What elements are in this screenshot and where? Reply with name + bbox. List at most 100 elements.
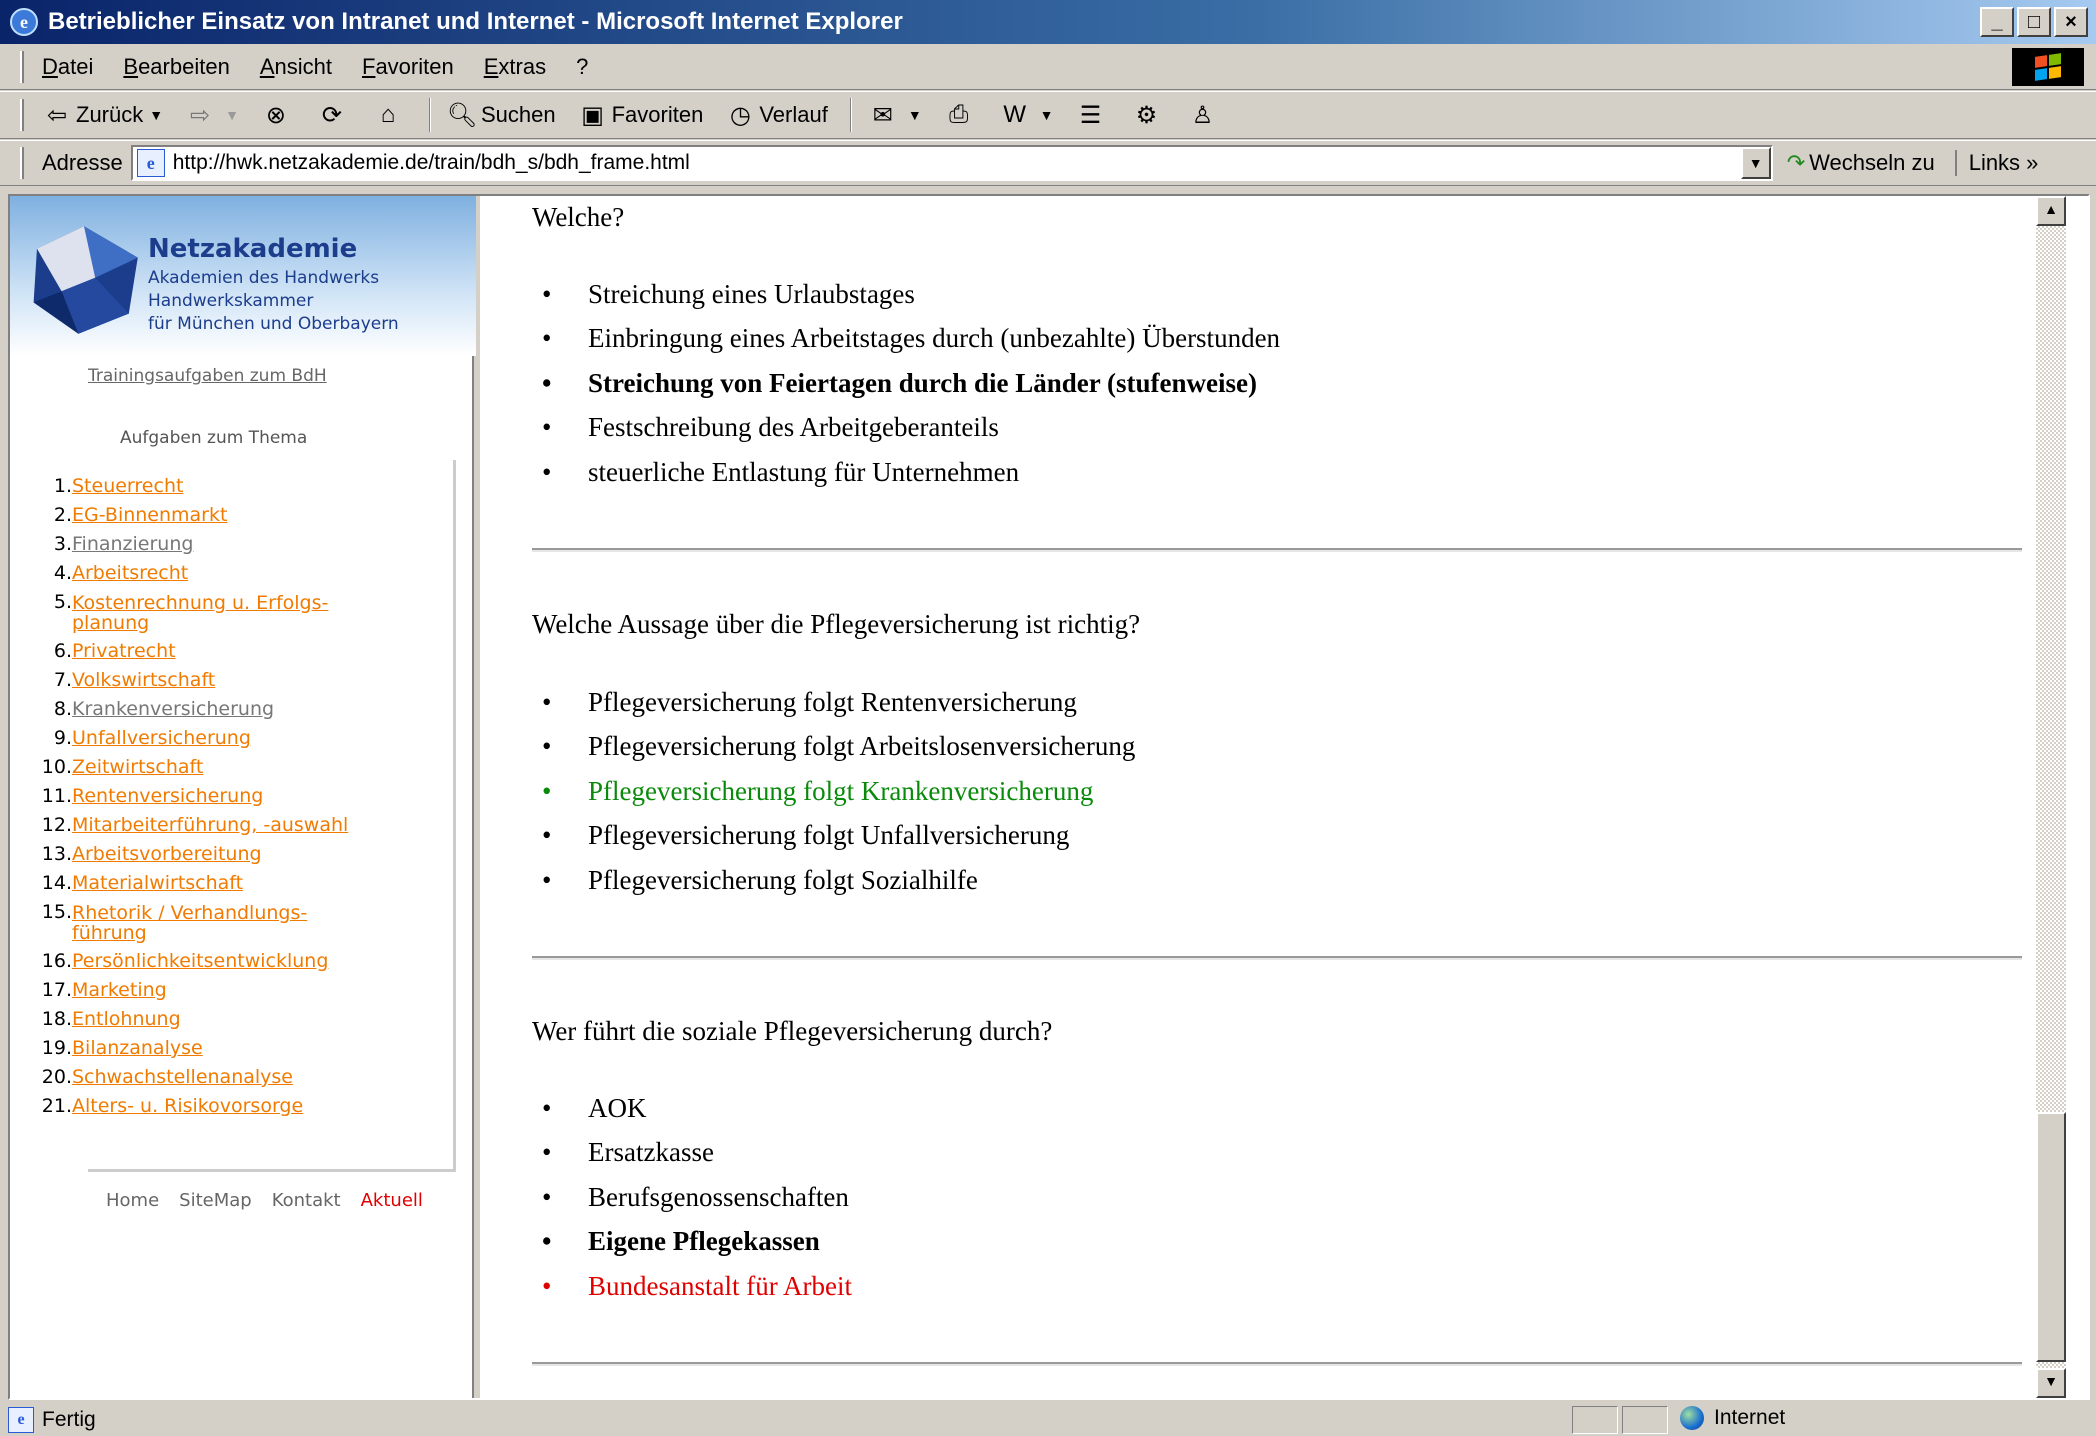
chevron-down-icon[interactable]: ▼ [149,107,163,123]
go-label: Wechseln zu [1809,150,1935,175]
answer-option[interactable]: Streichung eines Urlaubstages [542,272,1280,317]
topic-link[interactable]: Bilanzanalyse [72,1037,203,1059]
topic-link[interactable]: Privatrecht [72,640,176,662]
history-button[interactable]: ◷ Verlauf [725,100,828,130]
answer-option[interactable]: Pflegeversicherung folgt Sozialhilfe [542,858,1135,903]
edit-button[interactable]: W ▼ [1000,100,1054,130]
toolbar-grip[interactable] [20,50,24,83]
answer-option[interactable]: Pflegeversicherung folgt Rentenversicher… [542,680,1135,725]
aktuell-link[interactable]: Aktuell [361,1190,423,1211]
scroll-up-button[interactable]: ▲ [2036,196,2066,226]
menu-favoriten[interactable]: Favoriten [362,54,454,80]
topic-link-wrapper: Krankenversicherung [72,695,274,724]
scroll-thumb[interactable] [2036,1112,2066,1362]
favorites-button[interactable]: ▣ Favoriten [578,100,703,130]
topic-link-continued[interactable]: planung [72,612,149,634]
address-url[interactable]: http://hwk.netzakademie.de/train/bdh_s/b… [173,151,690,175]
search-button[interactable]: 🔍︎ Suchen [447,100,556,130]
topic-number: 20. [41,1066,72,1088]
answer-option[interactable]: Pflegeversicherung folgt Krankenversiche… [542,769,1135,814]
minimize-button[interactable]: _ [1980,7,2014,37]
answer-option[interactable]: Streichung von Feiertagen durch die Länd… [542,361,1280,406]
topic-link-wrapper: Steuerrecht [72,472,183,501]
messenger-button[interactable]: ⚙ [1132,100,1166,130]
home-button[interactable]: ⌂ [373,100,407,130]
answer-option[interactable]: Pflegeversicherung folgt Unfallversicher… [542,814,1135,859]
home-link[interactable]: Home [106,1190,159,1211]
topic-item: 13. Arbeitsvorbereitung [34,840,452,869]
answer-option[interactable]: Einbringung eines Arbeitstages durch (un… [542,317,1280,362]
answer-option[interactable]: Berufsgenossenschaften [542,1175,852,1220]
address-input[interactable]: e http://hwk.netzakademie.de/train/bdh_s… [130,145,1773,181]
topic-link[interactable]: Rhetorik / Verhandlungs- [72,902,307,924]
netzakademie-logo[interactable]: Netzakademie Akademien des Handwerks Han… [10,196,476,356]
answer-list-3: AOKErsatzkasseBerufsgenossenschaftenEige… [542,1086,852,1309]
ie-logo-icon[interactable]: e [10,8,38,36]
topic-link[interactable]: Steuerrecht [72,475,183,497]
refresh-button[interactable]: ⟳ [317,100,351,130]
toolbar-grip[interactable] [20,147,24,179]
mail-button[interactable]: ✉ ▼ [868,100,922,130]
vertical-scrollbar[interactable]: ▲ ▼ [2036,196,2066,1398]
answer-option[interactable]: Festschreibung des Arbeitgeberanteils [542,406,1280,451]
back-button[interactable]: ⇦ Zurück ▼ [42,100,163,130]
topic-link[interactable]: Arbeitsrecht [72,562,188,584]
menu-help[interactable]: ? [576,54,588,80]
menu-bearbeiten[interactable]: Bearbeiten [123,54,229,80]
topic-item: 21. Alters- u. Risikovorsorge [34,1092,452,1121]
topic-link[interactable]: Schwachstellenanalyse [72,1066,293,1088]
discuss-button[interactable]: ☰ [1076,100,1110,130]
answer-option[interactable]: Bundesanstalt für Arbeit [542,1264,852,1309]
sitemap-link[interactable]: SiteMap [179,1190,252,1211]
topic-link[interactable]: Mitarbeiterführung, -auswahl [72,814,348,836]
topic-link[interactable]: Materialwirtschaft [72,872,243,894]
topic-link[interactable]: Arbeitsvorbereitung [72,843,262,865]
topic-link-continued[interactable]: führung [72,922,147,944]
chevron-down-icon[interactable]: ▼ [1040,107,1054,123]
topic-link[interactable]: Volkswirtschaft [72,669,215,691]
topic-link[interactable]: Alters- u. Risikovorsorge [72,1095,303,1117]
topic-link[interactable]: Marketing [72,979,167,1001]
topic-link-wrapper: Zeitwirtschaft [72,753,203,782]
topic-link[interactable]: Unfallversicherung [72,727,251,749]
topic-link[interactable]: Rentenversicherung [72,785,263,807]
scroll-down-button[interactable]: ▼ [2036,1368,2066,1398]
discuss-icon: ☰ [1079,101,1102,129]
close-button[interactable]: × [2054,7,2088,37]
topic-link[interactable]: Finanzierung [72,533,193,555]
links-button[interactable]: Links » [1954,150,2038,176]
answer-option[interactable]: Ersatzkasse [542,1131,852,1176]
chevron-down-icon[interactable]: ▼ [908,107,922,123]
topic-link[interactable]: Kostenrechnung u. Erfolgs- [72,592,328,614]
print-button[interactable]: ⎙ [944,100,978,130]
chevron-down-icon[interactable]: ▼ [225,107,239,123]
answer-option[interactable]: Eigene Pflegekassen [542,1220,852,1265]
go-button[interactable]: ↷ Wechseln zu [1787,150,1935,176]
answer-option[interactable]: steuerliche Entlastung für Unternehmen [542,450,1280,495]
topic-link[interactable]: Persönlichkeitsentwicklung [72,950,328,972]
answer-option[interactable]: Pflegeversicherung folgt Arbeitslosenver… [542,725,1135,770]
forward-button[interactable]: ⇨ ▼ [185,100,239,130]
logo-line: Handwerkskammer [148,291,314,311]
topic-item: 3. Finanzierung [34,530,452,559]
topic-link[interactable]: Entlohnung [72,1008,181,1030]
address-dropdown-button[interactable]: ▼ [1740,147,1771,179]
topic-link[interactable]: EG-Binnenmarkt [72,504,227,526]
kontakt-link[interactable]: Kontakt [272,1190,341,1211]
topic-link[interactable]: Zeitwirtschaft [72,756,203,778]
menu-ansicht[interactable]: Ansicht [260,54,332,80]
favorites-icon: ▣ [581,101,604,129]
topic-link[interactable]: Krankenversicherung [72,698,274,720]
training-link[interactable]: Trainingsaufgaben zum BdH [88,366,327,386]
stop-button[interactable]: ⊗ [261,100,295,130]
question-3: Wer führt die soziale Pflegeversicherung… [532,1016,1053,1046]
footer-nav: Home SiteMap Kontakt Aktuell [106,1190,423,1211]
menu-extras[interactable]: Extras [484,54,546,80]
answer-option[interactable]: AOK [542,1086,852,1131]
contacts-button[interactable]: ♙ [1188,100,1222,130]
menu-datei[interactable]: Datei [42,54,93,80]
toolbar-grip[interactable] [20,99,24,131]
topic-link-wrapper: Unfallversicherung [72,724,251,753]
maximize-button[interactable]: □ [2017,7,2051,37]
netzakademie-gem-icon [33,226,138,334]
